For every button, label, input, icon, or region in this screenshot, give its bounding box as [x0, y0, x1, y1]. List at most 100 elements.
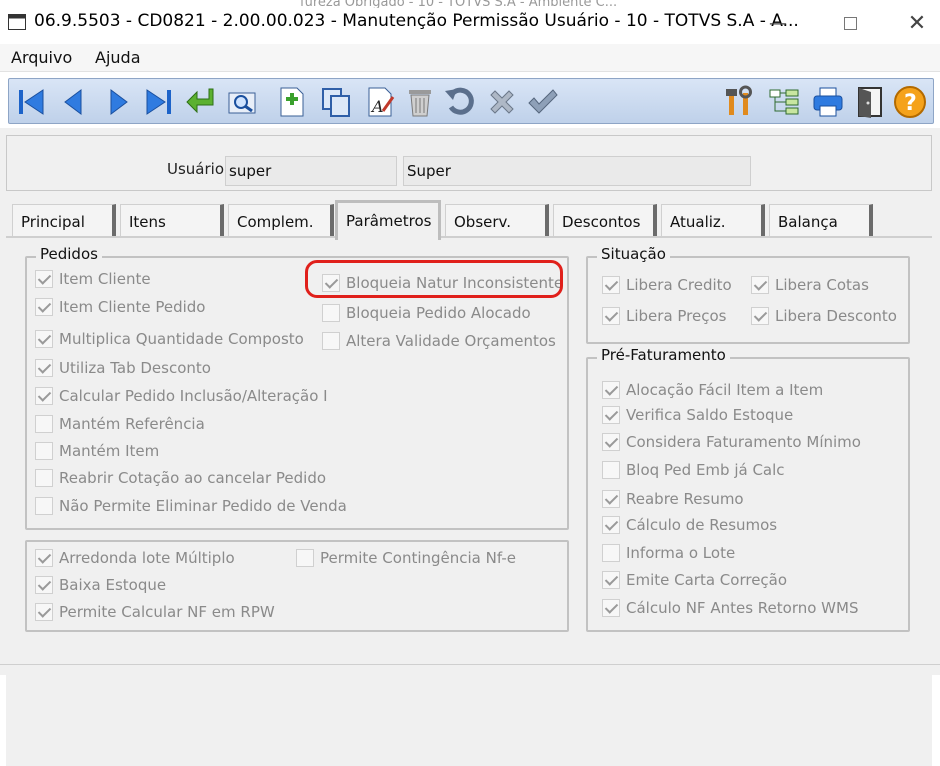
- checkbox-lower-0[interactable]: Arredonda lote Múltiplo: [35, 549, 235, 567]
- checkbox-box[interactable]: [602, 544, 620, 562]
- checkbox-box[interactable]: [322, 332, 340, 350]
- checkbox-box[interactable]: [602, 406, 620, 424]
- user-name-field[interactable]: Super: [403, 156, 751, 186]
- tab-balanca[interactable]: Balança: [769, 204, 873, 237]
- checkbox-situacao-0[interactable]: Libera Credito: [602, 276, 732, 294]
- checkbox-situacao-2[interactable]: Libera Preços: [602, 307, 727, 325]
- checkbox-box[interactable]: [602, 307, 620, 325]
- checkbox-lower-3[interactable]: Permite Contingência Nf-e: [296, 549, 516, 567]
- exit-button[interactable]: [853, 85, 887, 119]
- checkbox-lower-2[interactable]: Permite Calcular NF em RPW: [35, 603, 275, 621]
- checkbox-prefat-7[interactable]: Emite Carta Correção: [602, 571, 787, 589]
- checkbox-box[interactable]: [35, 497, 53, 515]
- tab-itens[interactable]: Itens: [120, 204, 224, 237]
- checkbox-pedidos-2[interactable]: Multiplica Quantidade Composto: [35, 330, 304, 348]
- menu-bar: Arquivo Ajuda: [0, 44, 940, 72]
- checkbox-box[interactable]: [35, 469, 53, 487]
- checkbox-box[interactable]: [602, 276, 620, 294]
- tab-complem[interactable]: Complem.: [228, 204, 334, 237]
- user-code-field[interactable]: super: [225, 156, 397, 186]
- new-record-button[interactable]: [275, 85, 309, 119]
- copy-record-button[interactable]: [319, 85, 353, 119]
- checkbox-box[interactable]: [35, 549, 53, 567]
- group-situacao-legend: Situação: [597, 245, 670, 263]
- checkbox-box[interactable]: [35, 442, 53, 460]
- menu-arquivo[interactable]: Arquivo: [11, 48, 72, 67]
- checkbox-box[interactable]: [296, 549, 314, 567]
- maximize-button[interactable]: [827, 8, 873, 38]
- checkbox-box[interactable]: [602, 461, 620, 479]
- help-button[interactable]: ?: [893, 85, 927, 119]
- checkbox-label: Permite Contingência Nf-e: [320, 549, 516, 567]
- checkbox-label: Baixa Estoque: [59, 576, 167, 594]
- checkbox-box[interactable]: [602, 381, 620, 399]
- checkbox-prefat-5[interactable]: Cálculo de Resumos: [602, 516, 777, 534]
- checkbox-box[interactable]: [35, 576, 53, 594]
- minimize-button[interactable]: —: [755, 8, 801, 38]
- print-button[interactable]: [811, 85, 845, 119]
- edit-record-button[interactable]: A: [363, 85, 397, 119]
- toolbar: A ?: [8, 78, 934, 124]
- checkbox-box[interactable]: [602, 571, 620, 589]
- tab-observ[interactable]: Observ.: [445, 204, 549, 237]
- first-record-button[interactable]: [15, 85, 49, 119]
- checkbox-prefat-3[interactable]: Bloq Ped Emb já Calc: [602, 461, 785, 479]
- checkbox-box[interactable]: [602, 490, 620, 508]
- svg-text:A: A: [370, 97, 384, 116]
- goto-button[interactable]: [183, 85, 217, 119]
- checkbox-box[interactable]: [35, 359, 53, 377]
- checkbox-label: Informa o Lote: [626, 544, 736, 562]
- close-button[interactable]: ✕: [894, 8, 940, 38]
- tab-atualiz[interactable]: Atualiz.: [661, 204, 765, 237]
- checkbox-label: Reabre Resumo: [626, 490, 744, 508]
- checkbox-prefat-6[interactable]: Informa o Lote: [602, 544, 735, 562]
- checkbox-pedidos-right-1[interactable]: Bloqueia Pedido Alocado: [322, 304, 531, 322]
- tools-button[interactable]: [723, 85, 757, 119]
- checkbox-prefat-4[interactable]: Reabre Resumo: [602, 490, 744, 508]
- checkbox-box[interactable]: [751, 307, 769, 325]
- checkbox-lower-1[interactable]: Baixa Estoque: [35, 576, 166, 594]
- checkbox-prefat-1[interactable]: Verifica Saldo Estoque: [602, 406, 793, 424]
- checkbox-box[interactable]: [35, 387, 53, 405]
- checkbox-box[interactable]: [35, 603, 53, 621]
- prev-icon: [64, 89, 82, 115]
- search-button[interactable]: [225, 85, 259, 119]
- undo-button[interactable]: [443, 85, 477, 119]
- checkbox-pedidos-1[interactable]: Item Cliente Pedido: [35, 298, 205, 316]
- cancel-button[interactable]: [485, 85, 519, 119]
- next-record-button[interactable]: [101, 85, 135, 119]
- tab-principal[interactable]: Principal: [12, 204, 116, 237]
- delete-icon: [409, 90, 431, 117]
- previous-record-button[interactable]: [57, 85, 91, 119]
- tab-descontos[interactable]: Descontos: [553, 204, 657, 237]
- last-record-button[interactable]: [141, 85, 175, 119]
- checkbox-pedidos-6[interactable]: Mantém Item: [35, 442, 159, 460]
- save-button[interactable]: [525, 85, 559, 119]
- checkbox-pedidos-right-2[interactable]: Altera Validade Orçamentos: [322, 332, 556, 350]
- checkbox-pedidos-8[interactable]: Não Permite Eliminar Pedido de Venda: [35, 497, 347, 515]
- checkbox-pedidos-0[interactable]: Item Cliente: [35, 270, 151, 288]
- delete-record-button[interactable]: [403, 85, 437, 119]
- checkbox-prefat-8[interactable]: Cálculo NF Antes Retorno WMS: [602, 599, 858, 617]
- menu-ajuda[interactable]: Ajuda: [95, 48, 141, 67]
- checkbox-pedidos-3[interactable]: Utiliza Tab Desconto: [35, 359, 211, 377]
- checkbox-box[interactable]: [602, 516, 620, 534]
- checkbox-box[interactable]: [602, 599, 620, 617]
- checkbox-box[interactable]: [751, 276, 769, 294]
- checkbox-box[interactable]: [35, 415, 53, 433]
- checkbox-box[interactable]: [602, 433, 620, 451]
- checkbox-box[interactable]: [35, 298, 53, 316]
- checkbox-situacao-3[interactable]: Libera Desconto: [751, 307, 897, 325]
- group-situacao: Situação: [586, 245, 910, 344]
- checkbox-box[interactable]: [35, 330, 53, 348]
- checkbox-prefat-0[interactable]: Alocação Fácil Item a Item: [602, 381, 823, 399]
- checkbox-pedidos-7[interactable]: Reabrir Cotação ao cancelar Pedido: [35, 469, 326, 487]
- checkbox-box[interactable]: [35, 270, 53, 288]
- tree-button[interactable]: [767, 85, 801, 119]
- checkbox-prefat-2[interactable]: Considera Faturamento Mínimo: [602, 433, 861, 451]
- checkbox-situacao-1[interactable]: Libera Cotas: [751, 276, 869, 294]
- tab-parametros[interactable]: Parâmetros: [335, 200, 441, 240]
- checkbox-pedidos-5[interactable]: Mantém Referência: [35, 415, 205, 433]
- checkbox-box[interactable]: [322, 304, 340, 322]
- checkbox-pedidos-4[interactable]: Calcular Pedido Inclusão/Alteração I: [35, 387, 328, 405]
